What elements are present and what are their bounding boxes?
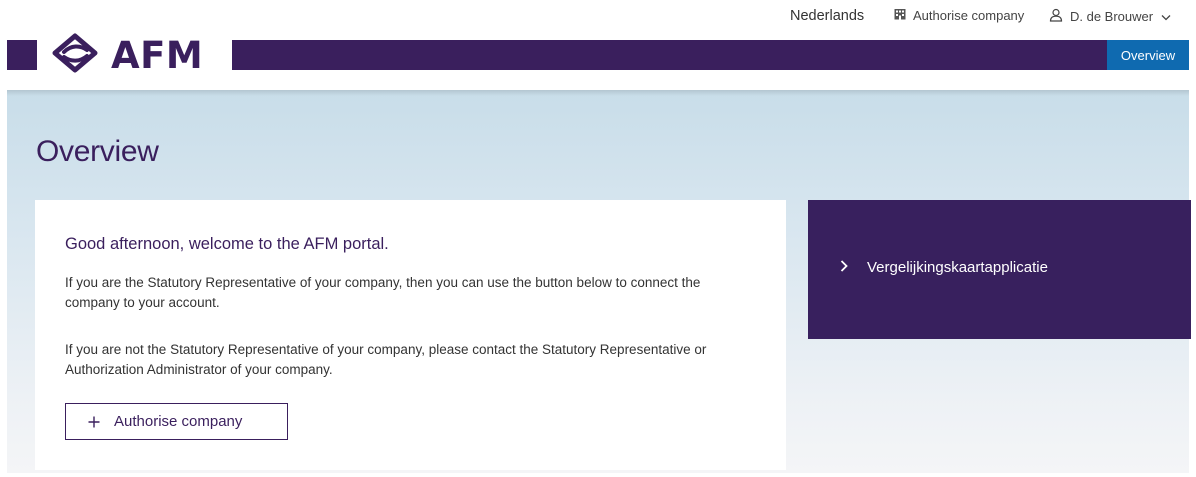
user-icon [1049, 8, 1063, 25]
vergelijkingskaart-link[interactable]: Vergelijkingskaartapplicatie [840, 259, 1048, 276]
authorise-company-button[interactable]: Authorise company [65, 403, 288, 440]
header-shadow [7, 90, 1189, 96]
user-menu[interactable]: D. de Brouwer [1049, 8, 1171, 25]
welcome-paragraph-statutory: If you are the Statutory Representative … [65, 275, 701, 310]
language-switch-link[interactable]: Nederlands [790, 8, 864, 24]
chevron-down-icon [1161, 9, 1171, 24]
side-panel: Vergelijkingskaartapplicatie [808, 200, 1191, 339]
plus-icon [88, 412, 100, 432]
afm-logo-icon [50, 33, 100, 78]
authorise-company-link[interactable]: Authorise company [894, 8, 1024, 23]
welcome-card: Good afternoon, welcome to the AFM porta… [35, 200, 786, 470]
afm-logo[interactable]: AFM [37, 26, 232, 84]
vergelijkingskaart-link-label: Vergelijkingskaartapplicatie [867, 259, 1048, 276]
user-name: D. de Brouwer [1070, 9, 1154, 24]
chevron-right-icon [840, 259, 848, 276]
nav-overview-tab[interactable]: Overview [1107, 40, 1189, 70]
logo-text: AFM [111, 33, 204, 77]
building-icon [894, 8, 906, 23]
authorise-company-button-label: Authorise company [114, 413, 243, 430]
welcome-paragraph-contact: If you are not the Statutory Representat… [65, 342, 707, 377]
welcome-heading: Good afternoon, welcome to the AFM porta… [65, 235, 389, 253]
authorise-company-link-label: Authorise company [913, 8, 1025, 23]
page-title: Overview [36, 135, 159, 168]
